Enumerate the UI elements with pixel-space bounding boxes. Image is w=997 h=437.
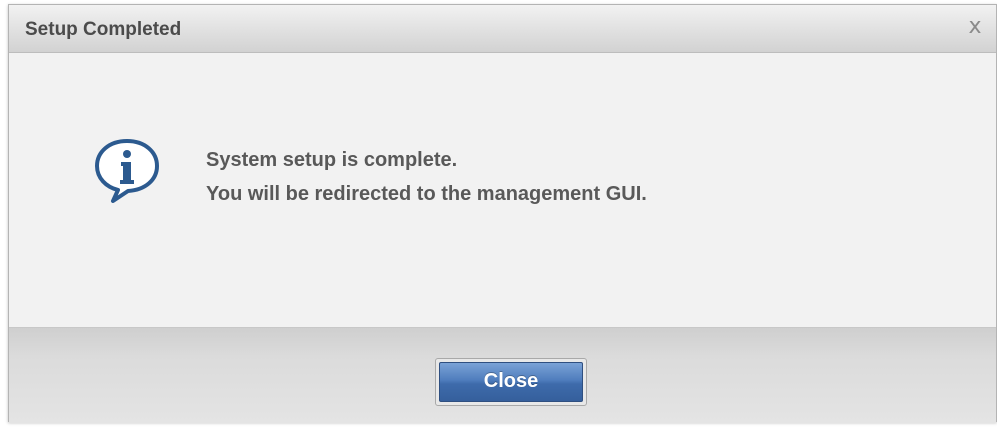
message-line-1: System setup is complete.	[206, 149, 458, 171]
dialog-message: System setup is complete. You will be re…	[206, 143, 647, 211]
setup-completed-dialog: Setup Completed x System setup is comple…	[8, 4, 997, 423]
dialog-titlebar: Setup Completed x	[9, 5, 996, 53]
close-button[interactable]: Close	[439, 362, 583, 402]
dialog-title: Setup Completed	[25, 19, 182, 40]
close-icon[interactable]: x	[964, 16, 986, 38]
close-button-frame: Close	[435, 358, 587, 406]
info-speech-bubble-icon	[91, 137, 163, 205]
dialog-body: System setup is complete. You will be re…	[9, 53, 996, 327]
dialog-footer: Close	[9, 327, 996, 423]
message-line-2: You will be redirected to the management…	[206, 183, 647, 205]
